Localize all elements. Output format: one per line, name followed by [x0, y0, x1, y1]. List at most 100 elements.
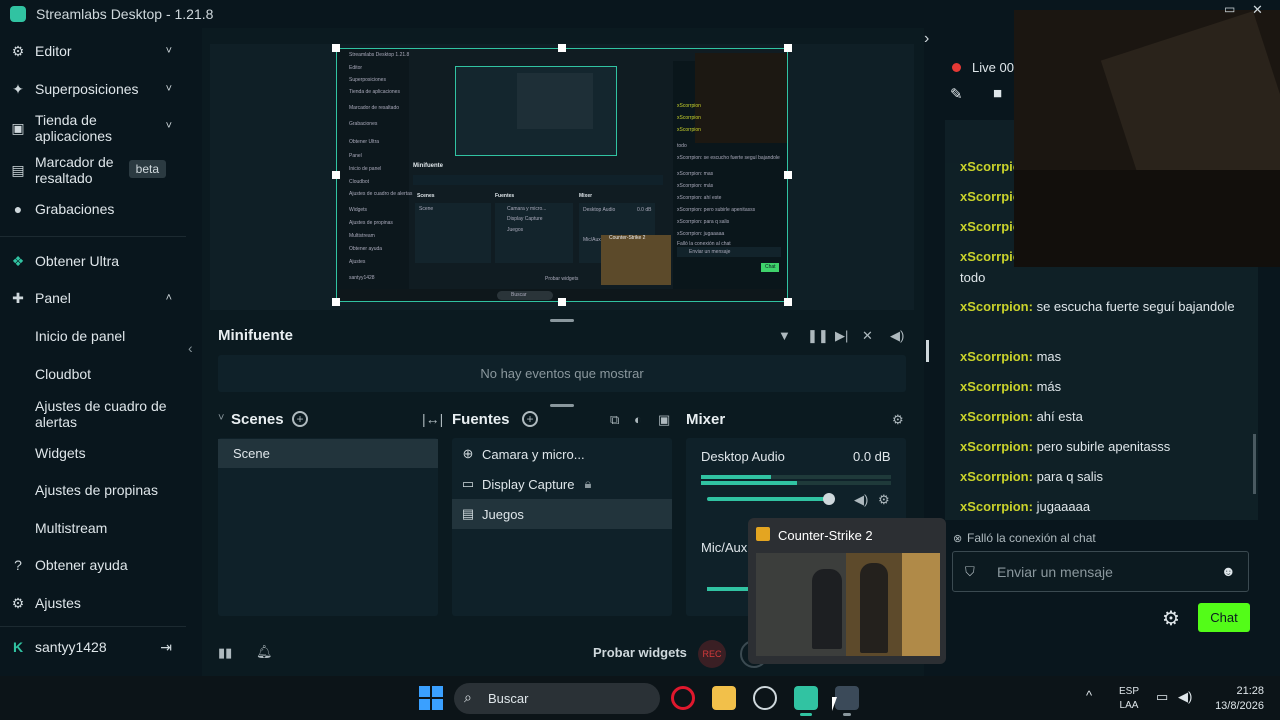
popup-title: Counter-Strike 2 — [778, 528, 873, 543]
webcam-overlay — [1014, 10, 1280, 267]
resize-handle[interactable] — [332, 171, 340, 179]
close-icon[interactable]: ✕ — [1252, 2, 1263, 18]
chat-username[interactable]: xScorrpion — [960, 379, 1029, 394]
sidebar-subitem-widgets[interactable]: Widgets — [35, 445, 185, 461]
mini-webcam — [695, 53, 787, 143]
notifications-icon[interactable]: 🔔︎ — [256, 644, 273, 660]
source-folder-icon[interactable]: ▣ — [658, 412, 670, 428]
sidebar-subitem-cloudbot[interactable]: Cloudbot — [35, 366, 185, 382]
windows-start-icon[interactable] — [419, 686, 443, 710]
mini-chat-line: xScorrpion: mas — [677, 171, 714, 177]
chat-username[interactable]: xScorrpion — [960, 439, 1029, 454]
chat-settings-icon[interactable]: ⚙ — [1162, 606, 1180, 631]
sidebar-divider — [0, 626, 186, 627]
chevron-up-icon[interactable]: ˄ — [166, 292, 172, 304]
tray-overflow-icon[interactable]: ^ — [1086, 688, 1092, 703]
sidebar-item-editor[interactable]: ⚙ Editor ˅ — [10, 43, 180, 59]
volume-icon[interactable]: ◀) — [890, 328, 904, 344]
sidebar-item-app-store[interactable]: ▣ Tienda de aplicaciones ˅ — [10, 112, 180, 144]
source-item-label: Juegos — [482, 506, 524, 522]
sidebar-item-settings[interactable]: ⚙ Ajustes — [10, 595, 180, 611]
resize-handle[interactable] — [332, 298, 340, 306]
volume-slider-handle[interactable] — [823, 493, 835, 505]
sidebar-subitem-tips[interactable]: Ajustes de propinas — [35, 482, 185, 498]
filter-icon[interactable]: ▼ — [778, 328, 791, 343]
chat-scrollbar[interactable] — [1253, 434, 1256, 494]
resize-handle[interactable] — [558, 44, 566, 52]
sidebar-item-panel[interactable]: ✚ Panel ˄ — [10, 290, 180, 306]
resize-handle[interactable] — [784, 171, 792, 179]
resize-handle[interactable] — [784, 298, 792, 306]
taskbar-search-text: Buscar — [488, 691, 529, 706]
chat-username[interactable]: xScorrpion — [960, 349, 1029, 364]
mini-nav-item: Obtener Ultra — [349, 139, 380, 145]
clock[interactable]: 21:28 13/8/2026 — [1206, 684, 1264, 714]
steam-icon[interactable] — [753, 686, 777, 710]
chat-username[interactable]: xScorrpion — [960, 469, 1029, 484]
logout-icon[interactable]: ⇥ — [160, 639, 172, 656]
collapse-right-icon[interactable]: › — [924, 30, 929, 48]
chat-username[interactable]: xScorrpion — [960, 409, 1029, 424]
streamlabs-taskbar-icon[interactable] — [794, 686, 818, 710]
speaker-icon[interactable]: ◀) — [854, 492, 868, 508]
resize-handle[interactable] — [558, 298, 566, 306]
sidebar-item-ultra[interactable]: ❖ Obtener Ultra — [10, 253, 180, 269]
emoji-icon[interactable]: ☻ — [1221, 563, 1236, 579]
mini-db: 0.0 dB — [637, 207, 652, 213]
sidebar-subitem-multistream[interactable]: Multistream — [35, 520, 185, 536]
skip-icon[interactable]: ▶| — [835, 328, 848, 344]
resize-grip[interactable] — [550, 404, 574, 407]
mini-mic: Mic/Aux — [583, 237, 601, 243]
maximize-icon[interactable]: ▭ — [1224, 2, 1235, 16]
pause-icon[interactable]: ❚❚ — [807, 328, 829, 344]
language-indicator[interactable]: ESP LAA — [1119, 685, 1139, 713]
sidebar-subitem-alertbox[interactable]: Ajustes de cuadro de alertas — [35, 398, 185, 430]
network-icon[interactable]: ▭ — [1156, 689, 1168, 705]
chat-input[interactable]: ⛉ Enviar un mensaje ☻ — [952, 551, 1249, 592]
taskbar-thumbnail-popup[interactable]: Counter-Strike 2 — [748, 518, 946, 664]
chevron-down-icon[interactable]: ˅ — [166, 45, 172, 57]
sidebar-item-user[interactable]: K santyy1428 ⇥ — [10, 639, 180, 656]
sidebar-item-overlays[interactable]: ✦ Superposiciones ˅ — [10, 81, 180, 97]
rec-button[interactable]: REC — [698, 640, 726, 668]
file-explorer-icon[interactable] — [712, 686, 736, 710]
sidebar-item-highlighter[interactable]: ▤ Marcador de resaltado beta — [10, 154, 180, 186]
collapse-left-icon[interactable]: ‹ — [188, 340, 193, 356]
add-source-icon[interactable]: + — [522, 411, 538, 427]
add-scene-icon[interactable]: + — [292, 411, 308, 427]
resize-handle[interactable] — [784, 44, 792, 52]
taskbar-search[interactable]: ⌕ Buscar — [454, 683, 660, 714]
source-item[interactable]: ▭ Display Capture 🔒︎ — [460, 476, 592, 492]
display-capture-frame[interactable]: Streamlabs Desktop 1.21.8 Editor Superpo… — [336, 48, 788, 302]
chevron-down-icon[interactable]: ˅ — [166, 83, 172, 95]
source-group-icon[interactable]: ◐ — [634, 412, 642, 427]
edit-stream-icon[interactable]: ✎ — [950, 85, 963, 103]
performance-icon[interactable]: ▮▮ — [218, 645, 232, 661]
channel-settings-icon[interactable]: ⚙ — [878, 492, 890, 508]
volume-tray-icon[interactable]: ◀) — [1178, 689, 1192, 705]
sidebar-subitem-dashboard-home[interactable]: Inicio de panel — [35, 328, 185, 344]
opera-icon[interactable] — [671, 686, 695, 710]
sidebar-item-help[interactable]: ? Obtener ayuda — [10, 557, 180, 573]
volume-slider[interactable] — [707, 497, 831, 501]
mute-notifications-icon[interactable]: ✕ — [862, 328, 873, 344]
chat-username[interactable]: xScorrpion — [960, 499, 1029, 514]
source-item[interactable]: ⊕ Camara y micro... — [460, 446, 585, 462]
chevron-down-icon[interactable]: ˅ — [166, 120, 172, 132]
chat-message: xScorrpion: ahí esta — [960, 409, 1083, 424]
collapse-scenes-icon[interactable]: ˅ — [218, 412, 224, 424]
source-filters-icon[interactable]: ⧉ — [610, 412, 619, 428]
chat-send-button[interactable]: Chat — [1198, 603, 1250, 632]
resize-handle[interactable] — [332, 44, 340, 52]
source-item[interactable]: ▤ Juegos — [460, 506, 524, 522]
camera-icon[interactable]: ■ — [993, 85, 1002, 102]
scene-item[interactable]: Scene — [218, 439, 438, 468]
resize-grip[interactable] — [550, 319, 574, 322]
test-widgets-button[interactable]: Probar widgets — [593, 645, 687, 660]
sidebar-item-recordings[interactable]: ● Grabaciones — [10, 201, 180, 217]
scrollbar[interactable] — [926, 340, 929, 362]
lock-icon[interactable]: 🔒︎ — [585, 476, 592, 492]
scene-transition-icon[interactable]: |↔| — [422, 411, 443, 427]
mixer-settings-icon[interactable]: ⚙ — [892, 412, 904, 428]
chat-username[interactable]: xScorrpion — [960, 299, 1029, 314]
